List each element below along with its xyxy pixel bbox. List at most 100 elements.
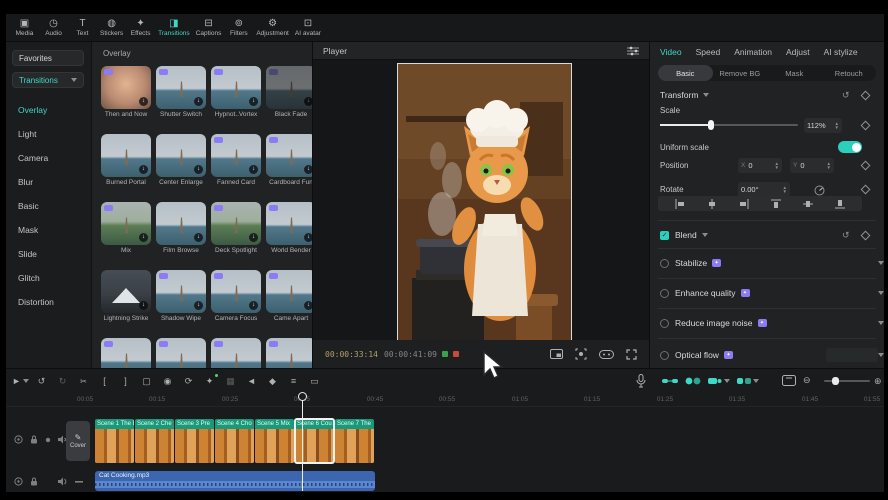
position-y-input[interactable]: Y0▲▼ [790,158,834,173]
align-center-h-icon[interactable] [707,199,717,209]
tab-stickers[interactable]: ◍Stickers [97,18,126,37]
align-left-icon[interactable] [675,199,685,209]
transition-shadow-wipe[interactable]: ↓ [156,270,206,313]
tab-video[interactable]: Video [660,47,682,57]
transition-center-enlarge[interactable]: ↓ [156,134,206,177]
stepper-arrows[interactable]: ▲▼ [835,122,839,129]
clip-scene-2[interactable]: Scene 2 Che [135,419,174,463]
clip-scene-4[interactable]: Scene 4 Cho [215,419,254,463]
delete-right-icon[interactable]: ] [115,376,136,386]
transition-world-bender[interactable]: ↓ [266,202,312,245]
magnetic-snap-icon[interactable] [662,377,678,385]
freeze-frame-icon[interactable]: ◉ [157,376,178,387]
crop-icon[interactable]: ▦ [220,376,241,387]
marker-icon[interactable]: ◆ [262,376,283,387]
keyframe-diamond-icon[interactable] [861,185,871,195]
zoom-in-icon[interactable]: ⊕ [874,376,882,387]
reset-icon[interactable]: ↺ [842,230,850,241]
pip-icon[interactable] [550,349,563,359]
optical-flow-checkbox[interactable] [660,351,669,360]
keyframe-diamond-icon[interactable] [861,90,871,100]
transition-cardboard-fun[interactable]: ↓ [266,134,312,177]
mark-in-icon[interactable] [442,351,448,357]
speaker-icon[interactable] [58,477,68,486]
disabled-action-button[interactable] [826,348,878,362]
scale-slider[interactable] [660,124,798,126]
subtab-basic[interactable]: Basic [658,65,713,81]
clip-scene-7[interactable]: Scene 7 The [335,419,374,463]
tab-captions[interactable]: ⊟Captions [193,18,225,37]
category-blur[interactable]: Blur [6,170,92,194]
transition-came-apart[interactable]: ↓ [266,270,312,313]
tab-effects[interactable]: ✦Effects [126,18,155,37]
tab-speed[interactable]: Speed [696,47,721,57]
reverse-icon[interactable]: ⟳ [178,376,199,387]
transition-thumbnail[interactable] [101,338,151,368]
transition-burned-portal[interactable]: ↓ [101,134,151,177]
tab-adjust[interactable]: Adjust [786,47,810,57]
category-camera[interactable]: Camera [6,146,92,170]
transition-hypnotic-vortex[interactable]: ↓ [211,66,261,109]
audio-icon[interactable]: ◄ [241,376,262,386]
category-basic[interactable]: Basic [6,194,92,218]
mark-out-icon[interactable] [453,351,459,357]
snapshot-focus-icon[interactable] [575,348,587,360]
tab-ai-avatar[interactable]: ⊡AI avatar [292,18,324,37]
track-toggle-icon[interactable] [14,477,23,486]
subtab-remove-bg[interactable]: Remove BG [713,65,768,81]
zoom-out-icon[interactable]: ⊖ [803,375,811,386]
timeline-zoom-slider[interactable] [824,380,870,382]
slider-handle[interactable] [708,120,714,130]
enhance-quality-checkbox[interactable] [660,289,669,298]
chevron-down-icon[interactable] [23,379,29,383]
tab-media[interactable]: ▣Media [10,18,39,37]
tab-ai-stylize[interactable]: AI stylize [824,47,858,57]
keyframe-diamond-icon[interactable] [861,230,871,240]
transition-mix[interactable]: ↓ [101,202,151,245]
collapse-icon[interactable] [703,93,709,97]
transition-thumbnail[interactable] [211,338,261,368]
player-settings-icon[interactable] [627,46,639,56]
clip-scene-5[interactable]: Scene 5 Mix [255,419,294,463]
subtab-mask[interactable]: Mask [767,65,822,81]
rotate-value-input[interactable]: 0.00°▲▼ [738,182,790,197]
transition-lightning-strike[interactable]: ↓ [101,270,151,313]
chevron-down-icon[interactable] [878,261,884,265]
align-middle-v-icon[interactable] [803,199,813,209]
tab-animation[interactable]: Animation [734,47,772,57]
smart-tools-icon[interactable]: ✦ [199,376,220,387]
category-glitch[interactable]: Glitch [6,266,92,290]
category-distortion[interactable]: Distortion [6,290,92,314]
stepper-arrows[interactable]: ▲▼ [783,186,787,193]
ratio-icon[interactable] [599,350,614,359]
reduce-noise-checkbox[interactable] [660,319,669,328]
tab-text[interactable]: TText [68,18,97,37]
chevron-down-icon[interactable] [702,233,708,237]
collapse-track-icon[interactable] [75,481,83,483]
audio-clip[interactable]: Cat Cooking.mp3 [95,471,375,491]
transition-then-and-now[interactable]: ↓ [101,66,151,109]
video-preview[interactable] [398,64,571,340]
delete-left-icon[interactable]: [ [94,376,115,386]
clip-scene-1[interactable]: Scene 1 The E [95,419,134,463]
undo-icon[interactable]: ↺ [31,376,52,387]
tab-audio[interactable]: ◷Audio [39,18,68,37]
preview-quality-icon[interactable]: ▭ [304,376,325,387]
stabilize-checkbox[interactable] [660,259,669,268]
category-slide[interactable]: Slide [6,242,92,266]
favorites-button[interactable]: Favorites [12,50,84,66]
redo-icon[interactable]: ↻ [52,376,73,387]
keyframe-diamond-icon[interactable] [861,161,871,171]
tab-filters[interactable]: ⊚Filters [224,18,253,37]
lock-track-icon[interactable] [30,477,38,486]
fit-timeline-icon[interactable] [782,375,796,386]
auto-link-icon[interactable] [685,377,701,385]
align-bottom-icon[interactable] [835,199,845,209]
lock-track-icon[interactable] [30,435,38,444]
transition-black-fade[interactable]: ↓ [266,66,312,109]
zoom-slider-handle[interactable] [832,377,839,385]
category-light[interactable]: Light [6,122,92,146]
playhead[interactable] [302,395,303,491]
record-voiceover-icon[interactable] [636,374,646,388]
uniform-scale-toggle[interactable] [838,141,862,153]
